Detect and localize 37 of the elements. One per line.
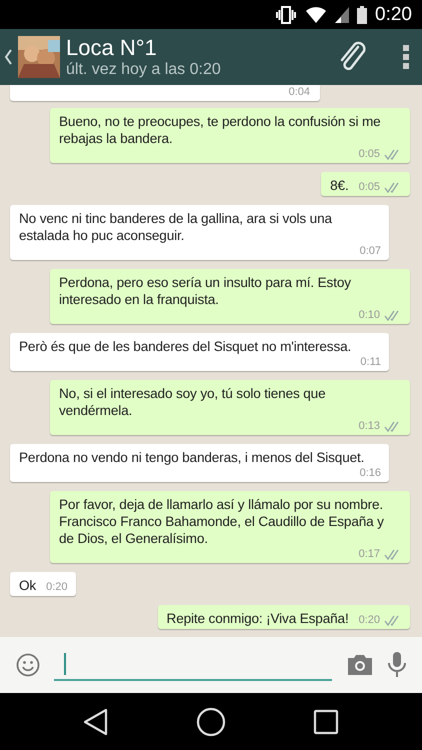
battery-icon [357, 6, 368, 24]
message-text: Repite conmigo: ¡Viva España! [166, 610, 349, 627]
wifi-icon [305, 6, 328, 24]
microphone-icon[interactable] [388, 651, 406, 679]
recent-apps-icon[interactable] [312, 708, 339, 734]
more-options-icon[interactable] [402, 44, 410, 70]
message-text: 8€. [330, 177, 349, 194]
status-time: 0:20 [375, 4, 412, 26]
message-time: 0:17 [358, 547, 380, 561]
last-seen: últ. vez hoy a las 0:20 [66, 61, 222, 79]
paperclip-icon[interactable] [338, 41, 368, 73]
back-icon[interactable] [4, 49, 12, 65]
message-time: 0:11 [360, 355, 381, 369]
camera-icon[interactable] [346, 653, 374, 677]
message-time: 0:20 [46, 580, 68, 594]
message-time: 0:10 [358, 308, 380, 322]
vibrate-icon [275, 6, 298, 24]
message-text: Bueno, no te preocupes, te perdono la confusión si me rebajas la bandera. [59, 113, 382, 147]
contact-name: Loca N°1 [66, 35, 158, 61]
message-time: 0:13 [358, 419, 380, 433]
message-text: Por favor, deja de llamarlo así y llámalo por su nombre. Francisco Franco Bahamonde, el Caudillo de España y de Dios, el Generalísimo. [59, 496, 385, 547]
message-text: No venc ni tinc banderes de la gallina, ara si vols una estalada ho puc aconseguir. [19, 210, 333, 244]
home-icon[interactable] [196, 706, 226, 736]
message-text: Perdona, pero eso sería un insulto para mí. Estoy interesado en la franquista. [59, 274, 352, 308]
message-text: Ok [19, 577, 36, 594]
smiley-icon[interactable] [16, 653, 40, 677]
signal-icon [335, 6, 350, 24]
back-nav-icon[interactable] [83, 708, 110, 736]
message-text: Perdona no vendo ni tengo banderas, i menos del Sisquet. [19, 449, 364, 466]
message-text: No, si el interesado soy yo, tú solo tienes que vendérmela. [59, 385, 326, 419]
message-time: 0:05 [358, 180, 380, 194]
message-time: 0:16 [360, 466, 381, 480]
message-time: 0:07 [360, 244, 381, 258]
message-text: Però és que de les banderes del Sisquet no m'interessa. [19, 338, 352, 355]
message-time: 0:20 [358, 613, 380, 627]
message-time: 0:05 [358, 147, 380, 161]
message-time: 0:04 [288, 85, 310, 99]
